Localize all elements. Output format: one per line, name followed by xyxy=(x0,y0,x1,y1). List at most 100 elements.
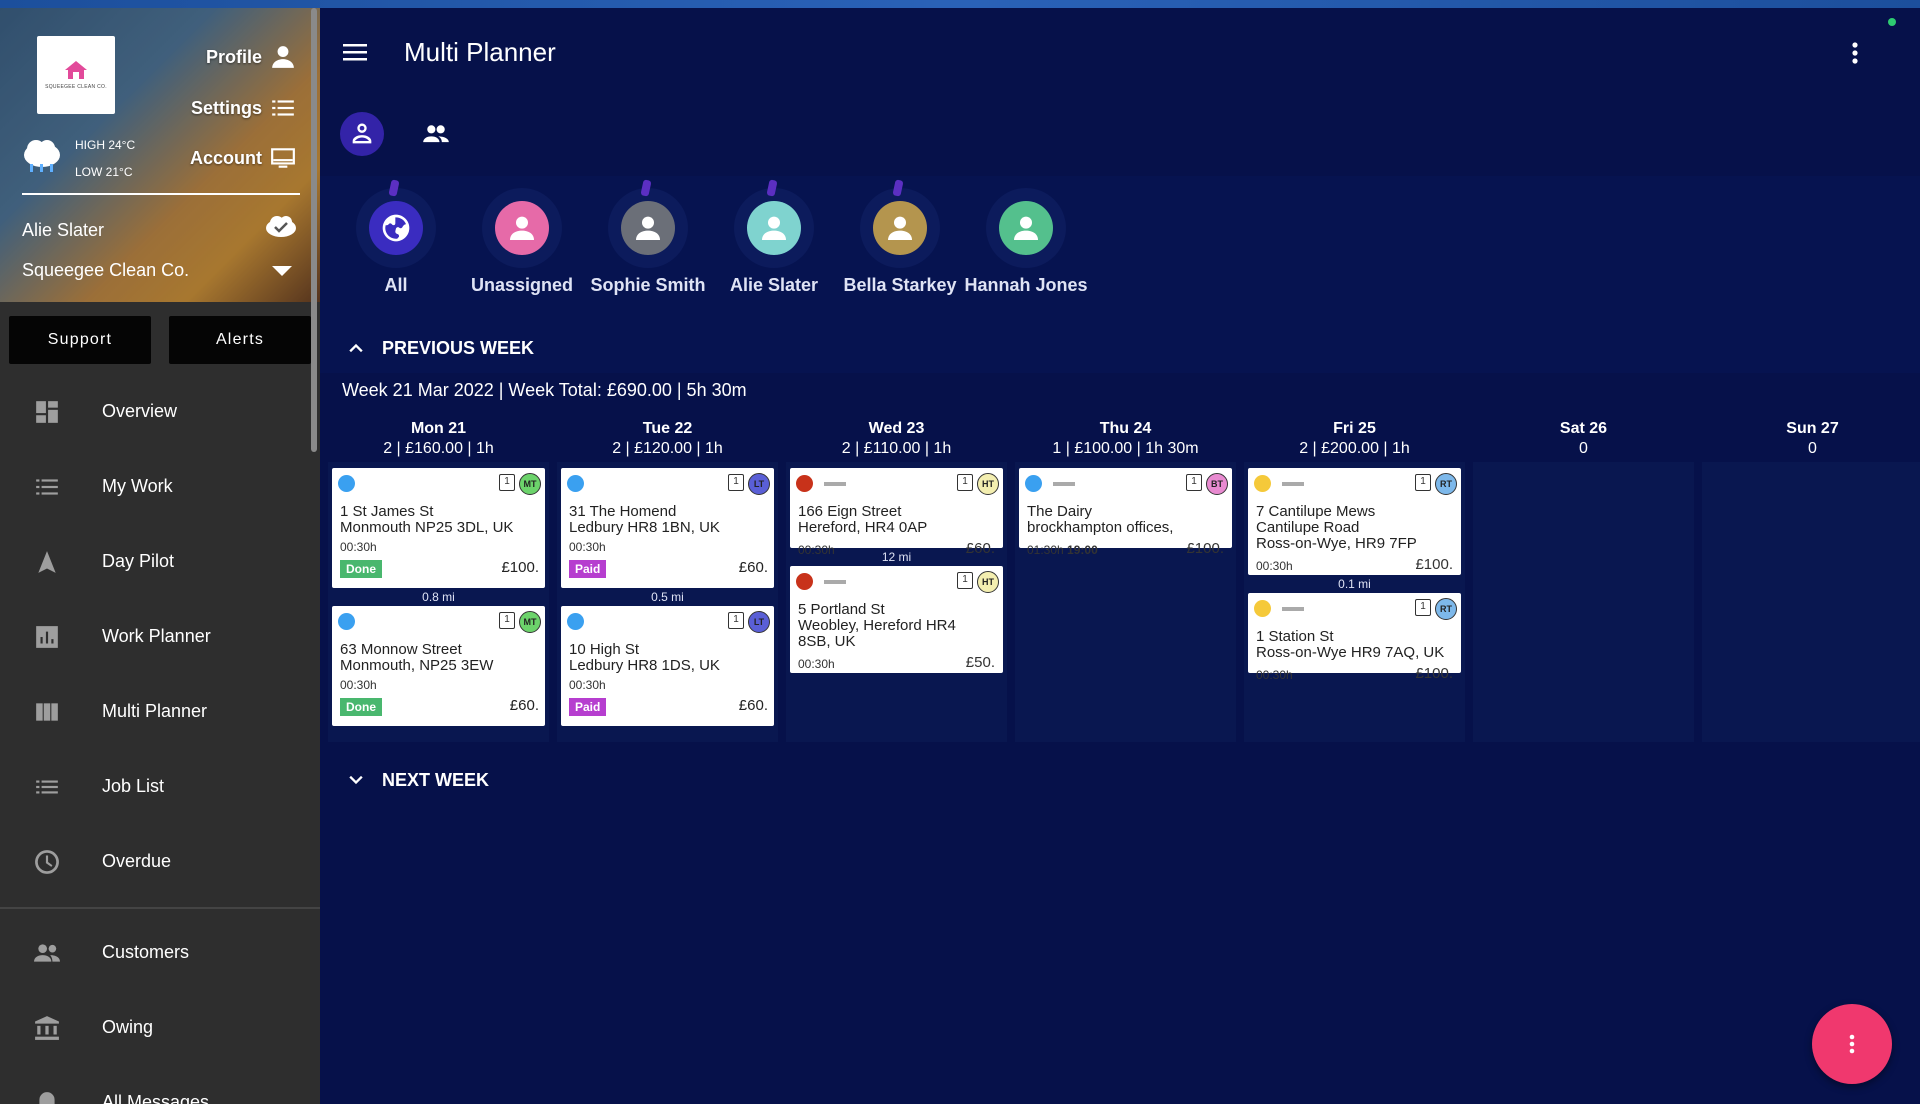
drag-handle-icon[interactable] xyxy=(824,580,846,584)
job-duration: 00:30h xyxy=(1256,559,1293,573)
alerts-button[interactable]: Alerts xyxy=(169,316,311,364)
drag-handle-icon[interactable] xyxy=(1282,607,1304,611)
day-title: Sat 26 xyxy=(1559,420,1608,437)
nav-label: Multi Planner xyxy=(102,701,208,721)
bar-chart-icon xyxy=(36,625,58,648)
nav-customers[interactable]: Customers xyxy=(0,915,320,990)
job-card[interactable]: 1 MT 1 St James St Monmouth NP25 3DL, UK 00… xyxy=(332,468,545,588)
staff-filter-sophie-smith[interactable]: Sophie Smith xyxy=(585,176,711,326)
day-drop-zone[interactable]: 1 LT 31 The Homend Ledbury HR8 1BN, UK 00:3… xyxy=(557,462,778,742)
settings-link[interactable]: Settings xyxy=(191,95,296,121)
job-card[interactable]: 1 LT 10 High St Ledbury HR8 1DS, UK 00:30h P… xyxy=(561,606,774,726)
card-footer: Done £60. xyxy=(332,692,545,718)
person-icon xyxy=(888,216,912,240)
copy-icon[interactable]: 1 xyxy=(957,572,973,589)
job-address: 1 St James St Monmouth NP25 3DL, UK xyxy=(340,503,514,536)
copy-icon[interactable]: 1 xyxy=(1415,474,1431,491)
pin-marker xyxy=(640,179,652,197)
drag-handle-icon[interactable] xyxy=(1282,482,1304,486)
day-drop-zone[interactable]: 1 RT 7 Cantilupe Mews Cantilupe Road Ross-… xyxy=(1244,462,1465,742)
floating-action-button[interactable] xyxy=(1812,1004,1892,1084)
day-drop-zone[interactable]: 1 MT 1 St James St Monmouth NP25 3DL, UK 00… xyxy=(328,462,549,742)
account-link[interactable]: Account xyxy=(190,145,296,171)
nav-owing[interactable]: Owing xyxy=(0,990,320,1065)
copy-icon[interactable]: 1 xyxy=(499,474,515,491)
nav-day-pilot[interactable]: Day Pilot xyxy=(0,524,320,599)
sidebar-scrollbar[interactable] xyxy=(311,8,317,452)
copy-icon[interactable]: 1 xyxy=(1415,599,1431,616)
profile-link[interactable]: Profile xyxy=(206,44,296,70)
hamburger-menu-icon[interactable] xyxy=(340,37,370,67)
staff-avatar-ring xyxy=(482,188,562,268)
staff-selector: All Unassigned Sophie Smith Alie Slater Bell… xyxy=(320,176,1920,326)
next-week-toggle[interactable]: NEXT WEEK xyxy=(320,755,1920,805)
nav-work-planner[interactable]: Work Planner xyxy=(0,599,320,674)
job-address: 1 Station St Ross-on-Wye HR9 7AQ, UK xyxy=(1256,628,1445,661)
copy-icon[interactable]: 1 xyxy=(728,474,744,491)
weather-cloud-icon xyxy=(24,140,60,172)
nav-multi-planner[interactable]: Multi Planner xyxy=(0,674,320,749)
job-address: 166 Eign Street Hereford, HR4 0AP xyxy=(798,503,928,536)
company-dropdown-icon[interactable] xyxy=(272,266,292,276)
status-badge: Done xyxy=(340,698,382,716)
day-drop-zone[interactable] xyxy=(1702,462,1920,742)
nav-all-messages[interactable]: All Messages xyxy=(0,1065,320,1104)
nav-label: Overdue xyxy=(102,851,172,871)
bell-icon xyxy=(39,1091,55,1104)
job-card[interactable]: 1 HT 5 Portland St Weobley, Hereford HR4 8… xyxy=(790,566,1003,673)
weather-low: LOW 21°C xyxy=(75,165,133,179)
drag-handle-icon[interactable] xyxy=(1053,482,1075,486)
job-price: £60. xyxy=(509,696,539,714)
drag-handle-icon[interactable] xyxy=(824,482,846,486)
staff-filter-unassigned[interactable]: Unassigned xyxy=(459,176,585,326)
card-header: 1 MT xyxy=(332,606,545,636)
staff-filter-hannah-jones[interactable]: Hannah Jones xyxy=(963,176,1089,326)
staff-avatar xyxy=(495,201,549,255)
nav-my-work[interactable]: My Work xyxy=(0,449,320,524)
top-accent-strip xyxy=(0,0,1920,8)
bank-icon xyxy=(35,1015,59,1040)
previous-week-toggle[interactable]: PREVIOUS WEEK xyxy=(320,323,1920,373)
assignee-initials: HT xyxy=(977,571,999,593)
copy-icon[interactable]: 1 xyxy=(957,474,973,491)
job-card[interactable]: 1 RT 1 Station St Ross-on-Wye HR9 7AQ, UK 0… xyxy=(1248,593,1461,682)
job-card[interactable]: 1 LT 31 The Homend Ledbury HR8 1BN, UK 00:3… xyxy=(561,468,774,588)
job-price: £100. xyxy=(1415,556,1453,573)
company-logo[interactable]: SQUEEGEE CLEAN CO. xyxy=(37,36,115,114)
job-card[interactable]: 1 MT 63 Monnow Street Monmouth, NP25 3EW 00… xyxy=(332,606,545,726)
staff-filter-all[interactable]: All xyxy=(333,176,459,326)
job-time: 19:00 xyxy=(1067,543,1098,557)
columns-icon xyxy=(36,702,58,721)
day-column: Thu 24 1 | £100.00 | 1h 30m 1 BT The Dairy b… xyxy=(1011,420,1240,742)
staff-filter-alie-slater[interactable]: Alie Slater xyxy=(711,176,837,326)
day-drop-zone[interactable] xyxy=(1473,462,1694,742)
nav-divider xyxy=(0,907,320,909)
nav-overdue[interactable]: Overdue xyxy=(0,824,320,899)
group-view-button[interactable] xyxy=(414,112,458,156)
support-button[interactable]: Support xyxy=(9,316,151,364)
sidebar: SQUEEGEE CLEAN CO. Profile Settings Acco… xyxy=(0,8,320,1104)
staff-filter-bella-starkey[interactable]: Bella Starkey xyxy=(837,176,963,326)
job-meta: 00:30h xyxy=(332,536,545,554)
nav-job-list[interactable]: Job List xyxy=(0,749,320,824)
copy-icon[interactable]: 1 xyxy=(728,612,744,629)
job-card[interactable]: 1 HT 166 Eign Street Hereford, HR4 0AP 00:3… xyxy=(790,468,1003,557)
person-outline-icon xyxy=(352,123,372,144)
day-column: Sun 27 0 xyxy=(1698,420,1920,742)
job-price: £60. xyxy=(738,558,768,576)
job-duration: 00:30h xyxy=(798,543,835,557)
job-duration: 00:30h xyxy=(1256,668,1293,682)
more-vert-icon[interactable] xyxy=(1840,38,1870,68)
copy-icon[interactable]: 1 xyxy=(1186,474,1202,491)
cloud-check-icon[interactable] xyxy=(264,213,298,239)
day-drop-zone[interactable]: 1 BT The Dairy brockhampton offices, 01:30h… xyxy=(1015,462,1236,742)
job-card[interactable]: 1 RT 7 Cantilupe Mews Cantilupe Road Ross-… xyxy=(1248,468,1461,575)
app-bar: Multi Planner xyxy=(320,8,1920,96)
single-person-view-button[interactable] xyxy=(340,112,384,156)
day-title: Mon 21 xyxy=(410,420,467,437)
copy-icon[interactable]: 1 xyxy=(499,612,515,629)
day-drop-zone[interactable]: 1 HT 166 Eign Street Hereford, HR4 0AP 00:3… xyxy=(786,462,1007,742)
nav-overview[interactable]: Overview xyxy=(0,374,320,449)
job-card[interactable]: 1 BT The Dairy brockhampton offices, 01:30h… xyxy=(1019,468,1232,557)
day-summary: 0 xyxy=(1808,440,1817,457)
